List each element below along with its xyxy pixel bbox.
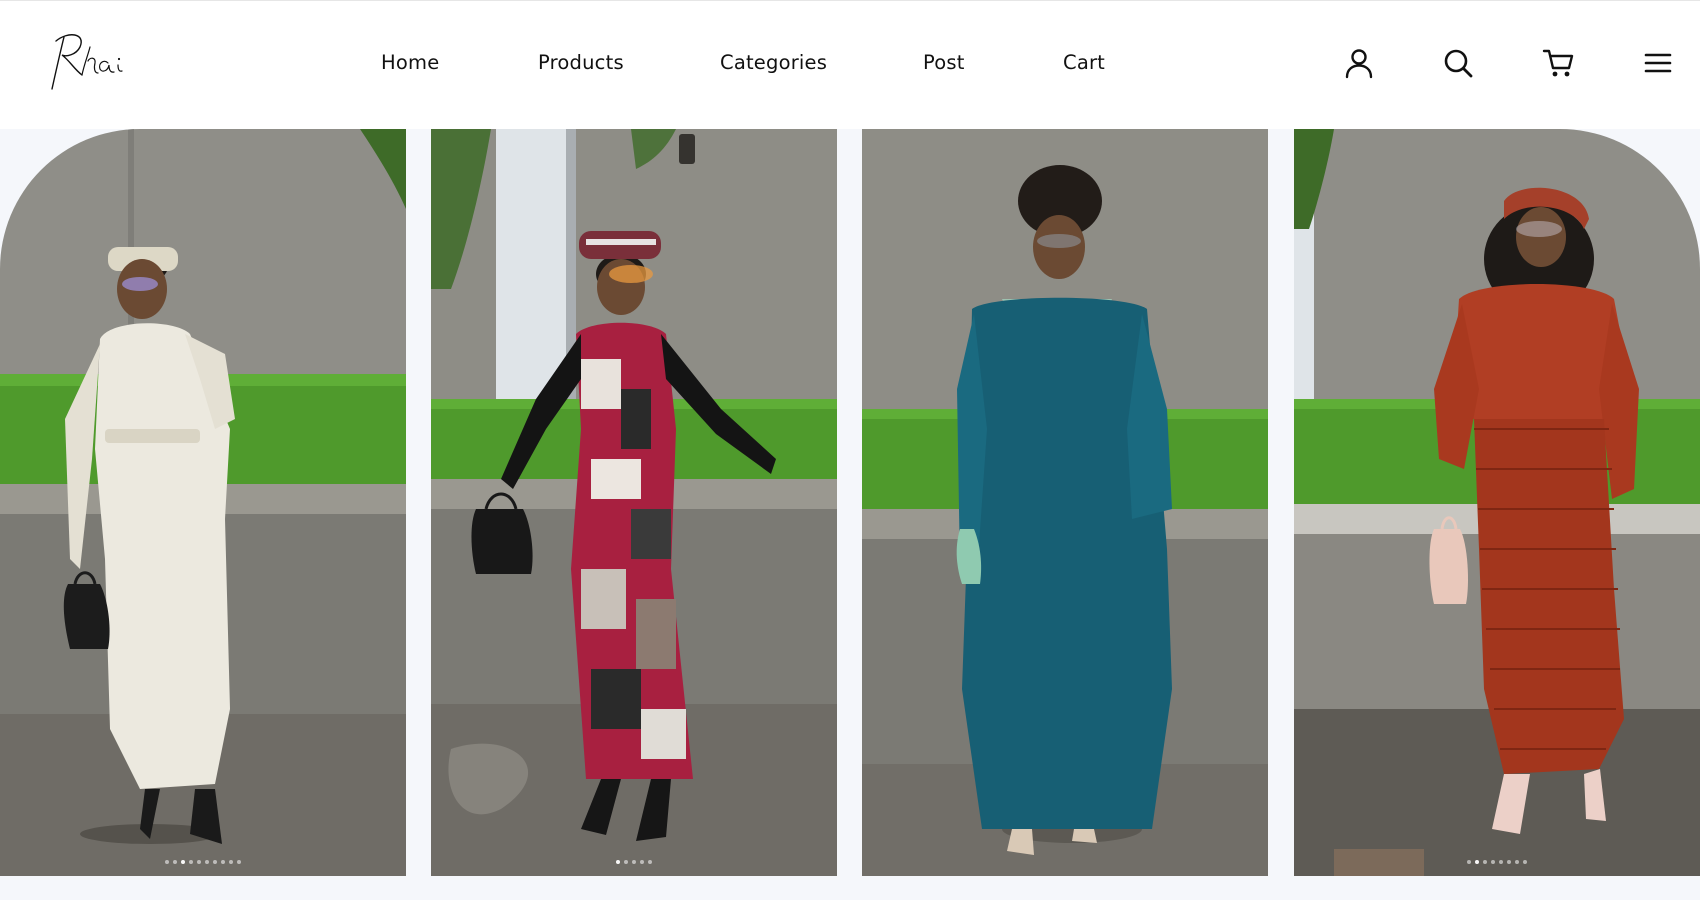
carousel-dot[interactable] xyxy=(640,860,644,864)
product-card-3[interactable] xyxy=(862,129,1268,876)
account-button[interactable] xyxy=(1339,43,1379,83)
carousel-dot[interactable] xyxy=(213,860,217,864)
user-icon xyxy=(1345,49,1373,79)
product-card-2[interactable] xyxy=(431,129,837,876)
carousel-dots[interactable] xyxy=(1294,860,1700,864)
site-header: Home Products Categories Post Cart xyxy=(0,1,1700,129)
carousel-dot[interactable] xyxy=(1507,860,1511,864)
carousel-dot[interactable] xyxy=(1475,860,1479,864)
menu-icon xyxy=(1644,53,1672,73)
carousel-dot[interactable] xyxy=(181,860,185,864)
carousel-dots[interactable] xyxy=(0,860,406,864)
carousel-dot[interactable] xyxy=(197,860,201,864)
product-card-1[interactable] xyxy=(0,129,406,876)
product-photo-1 xyxy=(0,129,406,876)
product-photo-4 xyxy=(1294,129,1700,876)
carousel-dot[interactable] xyxy=(221,860,225,864)
carousel-dots[interactable] xyxy=(431,860,837,864)
carousel-dot[interactable] xyxy=(173,860,177,864)
product-photo-3 xyxy=(862,129,1268,876)
nav-home-link[interactable]: Home xyxy=(381,51,439,74)
search-button[interactable] xyxy=(1438,43,1478,83)
nav-products-link[interactable]: Products xyxy=(538,51,624,74)
carousel-dot[interactable] xyxy=(616,860,620,864)
carousel-dot[interactable] xyxy=(648,860,652,864)
product-gallery xyxy=(0,129,1700,900)
product-photo-2 xyxy=(431,129,837,876)
carousel-dot[interactable] xyxy=(1483,860,1487,864)
carousel-dot[interactable] xyxy=(1467,860,1471,864)
carousel-dot[interactable] xyxy=(632,860,636,864)
menu-button[interactable] xyxy=(1638,43,1678,83)
nav-categories-link[interactable]: Categories xyxy=(720,51,827,74)
nav-post-link[interactable]: Post xyxy=(923,51,965,74)
carousel-dot[interactable] xyxy=(1499,860,1503,864)
carousel-dot[interactable] xyxy=(624,860,628,864)
carousel-dot[interactable] xyxy=(1491,860,1495,864)
cart-button[interactable] xyxy=(1539,43,1579,83)
carousel-dot[interactable] xyxy=(189,860,193,864)
product-card-4[interactable] xyxy=(1294,129,1700,876)
search-icon xyxy=(1444,49,1473,78)
carousel-dot[interactable] xyxy=(1523,860,1527,864)
carousel-dot[interactable] xyxy=(237,860,241,864)
nav-cart-link[interactable]: Cart xyxy=(1063,51,1105,74)
carousel-dot[interactable] xyxy=(229,860,233,864)
cart-icon xyxy=(1542,49,1574,77)
carousel-dot[interactable] xyxy=(165,860,169,864)
gallery-track xyxy=(0,129,1700,876)
carousel-dot[interactable] xyxy=(1515,860,1519,864)
carousel-dot[interactable] xyxy=(205,860,209,864)
